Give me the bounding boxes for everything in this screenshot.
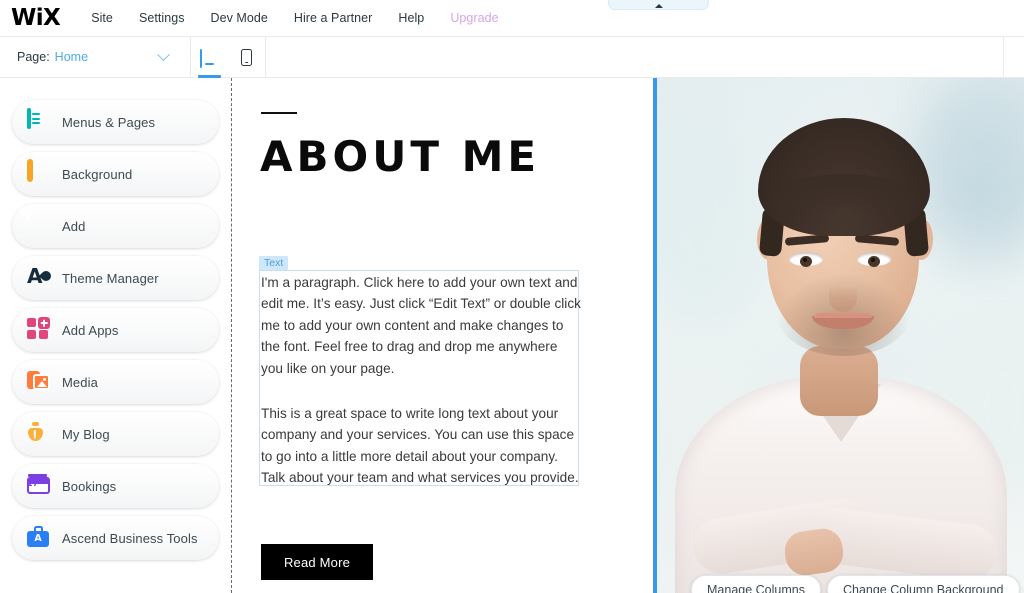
hair-shape — [758, 118, 930, 236]
portrait-photo[interactable] — [657, 78, 1024, 593]
pagebar-right-divider — [1003, 37, 1004, 78]
view-mode-desktop-button[interactable] — [191, 37, 228, 78]
page-selector[interactable]: Page: Home — [0, 37, 190, 78]
theme-manager-icon: A — [27, 266, 54, 290]
sidebar-item-label: Menus & Pages — [62, 114, 156, 130]
chevron-down-icon — [157, 47, 170, 61]
sidebar-item-bookings[interactable]: 17 Bookings — [12, 464, 219, 508]
nav-item-help[interactable]: Help — [398, 11, 424, 25]
chevron-up-icon — [654, 4, 663, 8]
heading-rule — [261, 112, 297, 114]
nav-item-hire-a-partner[interactable]: Hire a Partner — [294, 11, 373, 25]
left-sidebar: Menus & Pages Background Add A Theme Man… — [0, 78, 231, 593]
column-selection-divider[interactable] — [653, 78, 657, 593]
desktop-icon — [200, 48, 219, 68]
nose-shape — [829, 268, 857, 312]
paragraph-text-1[interactable]: I'm a paragraph. Click here to add your … — [261, 272, 581, 379]
sidebar-item-my-blog[interactable]: My Blog — [12, 412, 219, 456]
sidebar-item-media[interactable]: Media — [12, 360, 219, 404]
background-icon — [27, 159, 51, 186]
selected-element-badge: Text — [259, 256, 289, 270]
nav-item-dev-mode[interactable]: Dev Mode — [211, 11, 268, 25]
menus-and-pages-icon — [27, 108, 51, 134]
sidebar-item-label: Theme Manager — [62, 270, 159, 286]
column-floating-toolbar: Manage Columns Change Column Background … — [691, 575, 1024, 593]
top-navigation-bar: WiX Site Settings Dev Mode Hire a Partne… — [0, 0, 1024, 37]
page-toolbar: Page: Home — [0, 36, 1024, 78]
toolbar-divider-right — [265, 36, 266, 78]
page-title[interactable]: ABOUT ME — [260, 130, 590, 184]
sidebar-item-label: Bookings — [62, 478, 117, 494]
sidebar-item-label: My Blog — [62, 426, 110, 442]
eye-left-shape — [789, 252, 823, 267]
sidebar-item-label: Ascend Business Tools — [62, 530, 198, 546]
sidebar-item-menus-and-pages[interactable]: Menus & Pages — [12, 100, 219, 144]
view-mode-mobile-button[interactable] — [228, 37, 265, 78]
nav-item-site[interactable]: Site — [91, 11, 113, 25]
ascend-briefcase-icon: A — [27, 526, 51, 550]
sidebar-item-label: Media — [62, 374, 98, 390]
media-icon — [27, 370, 51, 394]
page-selector-value: Home — [54, 50, 89, 64]
editor-canvas: ABOUT ME Text I'm a paragraph. Click her… — [232, 78, 1024, 593]
sidebar-item-label: Add Apps — [62, 322, 119, 338]
sidebar-item-theme-manager[interactable]: A Theme Manager — [12, 256, 219, 300]
sidebar-item-label: Add — [62, 218, 86, 234]
wix-logo[interactable]: WiX — [11, 6, 61, 30]
collapse-panel-tab[interactable] — [608, 0, 709, 10]
sidebar-item-add[interactable]: Add — [12, 204, 219, 248]
man-figure — [657, 78, 1024, 593]
nav-item-upgrade[interactable]: Upgrade — [450, 11, 498, 25]
ascend-badge-letter: A — [34, 533, 42, 545]
add-plus-icon — [27, 214, 51, 238]
wix-editor-window: WiX Site Settings Dev Mode Hire a Partne… — [0, 0, 1024, 593]
page-selector-label: Page: — [17, 50, 50, 64]
read-more-button[interactable]: Read More — [261, 544, 373, 580]
sidebar-item-background[interactable]: Background — [12, 152, 219, 196]
change-column-background-button[interactable]: Change Column Background — [826, 575, 1020, 593]
sidebar-item-label: Background — [62, 166, 133, 182]
add-apps-icon — [27, 317, 51, 342]
paragraph-text-2[interactable]: This is a great space to write long text… — [261, 403, 581, 489]
view-mode-switcher — [191, 37, 265, 78]
mobile-icon — [241, 48, 252, 66]
sidebar-item-ascend-business-tools[interactable]: A Ascend Business Tools — [12, 516, 219, 560]
nav-item-settings[interactable]: Settings — [139, 11, 185, 25]
neck-shape — [800, 346, 878, 416]
bookings-calendar-icon: 17 — [27, 474, 51, 498]
sidebar-item-add-apps[interactable]: Add Apps — [12, 308, 219, 352]
manage-columns-button[interactable]: Manage Columns — [691, 575, 821, 593]
eye-right-shape — [857, 252, 891, 267]
blog-pen-icon — [27, 422, 51, 446]
